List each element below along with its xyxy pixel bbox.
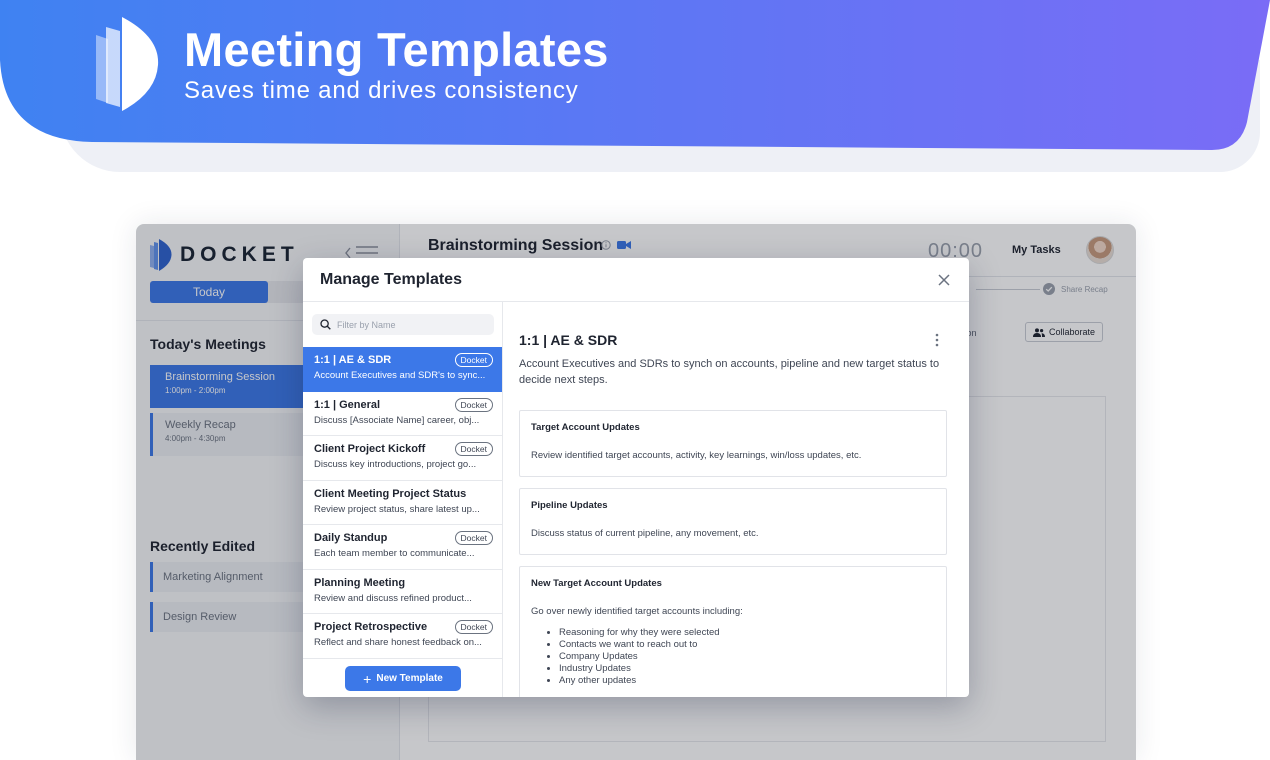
docket-badge: Docket <box>454 442 493 456</box>
search-icon <box>320 319 331 330</box>
template-description: Review and discuss refined product... <box>314 592 472 604</box>
section-title: Target Account Updates <box>531 422 640 433</box>
section-bullet-list: Reasoning for why they were selected Con… <box>559 627 935 687</box>
template-description: Reflect and share honest feedback on... <box>314 637 482 648</box>
docket-badge: Docket <box>454 620 493 634</box>
new-template-button[interactable]: + New Template <box>345 666 461 691</box>
bullet-item: Any other updates <box>559 675 935 687</box>
section-text: Go over newly identified target accounts… <box>531 606 743 617</box>
plus-icon: + <box>363 670 372 687</box>
template-item-client-project-kickoff[interactable]: Client Project Kickoff Discuss key intro… <box>303 436 502 481</box>
docket-badge: Docket <box>454 531 493 545</box>
template-description: Discuss [Associate Name] career, obj... <box>314 414 480 426</box>
bullet-item: Company Updates <box>559 651 935 663</box>
close-icon[interactable] <box>937 273 951 287</box>
template-detail-description: Account Executives and SDRs to synch on … <box>519 358 940 386</box>
template-item-general[interactable]: 1:1 | General Discuss [Associate Name] c… <box>303 391 502 436</box>
more-options-icon[interactable] <box>934 333 940 347</box>
agenda-section-target-account-updates[interactable]: Target Account Updates Review identified… <box>519 410 947 477</box>
template-name: Client Meeting Project Status <box>314 487 467 500</box>
template-item-planning-meeting[interactable]: Planning Meeting Review and discuss refi… <box>303 569 502 614</box>
modal-header: Manage Templates <box>303 258 969 302</box>
docket-badge: Docket <box>454 353 493 367</box>
banner-title: Meeting Templates <box>184 23 609 76</box>
bullet-item: Contacts we want to reach out to <box>559 639 935 651</box>
filter-input[interactable] <box>337 319 487 330</box>
modal-title: Manage Templates <box>320 271 462 288</box>
filter-box <box>312 314 494 335</box>
template-item-daily-standup[interactable]: Daily Standup Each team member to commun… <box>303 525 502 570</box>
template-description: Review project status, share latest up..… <box>314 503 480 515</box>
template-item-project-retrospective[interactable]: Project Retrospective Reflect and share … <box>303 614 502 659</box>
bullet-item: Reasoning for why they were selected <box>559 627 935 639</box>
new-template-label: New Template <box>376 673 443 684</box>
bullet-item: Industry Updates <box>559 663 935 675</box>
section-text: Discuss status of current pipeline, any … <box>531 528 759 539</box>
section-title: Pipeline Updates <box>531 500 608 511</box>
agenda-section-pipeline-updates[interactable]: Pipeline Updates Discuss status of curre… <box>519 488 947 555</box>
section-text: Review identified target accounts, activ… <box>531 450 862 461</box>
template-item-client-meeting-project-status[interactable]: Client Meeting Project Status Review pro… <box>303 480 502 525</box>
template-item-ae-sdr[interactable]: 1:1 | AE & SDR Account Executives and SD… <box>303 347 502 392</box>
template-description: Account Executives and SDR's to sync... <box>314 370 486 381</box>
template-list: 1:1 | AE & SDR Account Executives and SD… <box>303 347 502 659</box>
agenda-section-new-target-account-updates[interactable]: New Target Account Updates Go over newly… <box>519 566 947 697</box>
template-detail-title: 1:1 | AE & SDR <box>519 332 618 348</box>
template-detail-pane: 1:1 | AE & SDR Account Executives and SD… <box>503 302 969 697</box>
section-title: New Target Account Updates <box>531 578 662 589</box>
manage-templates-modal: Manage Templates 1:1 | AE & SDR Account … <box>303 258 969 697</box>
template-description: Each team member to communicate... <box>314 548 475 559</box>
docket-brand-logo-icon <box>96 17 159 111</box>
banner-subtitle: Saves time and drives consistency <box>184 77 579 104</box>
template-name: Planning Meeting <box>314 576 406 589</box>
docket-badge: Docket <box>454 397 493 412</box>
template-description: Discuss key introductions, project go... <box>314 459 477 470</box>
template-list-pane: 1:1 | AE & SDR Account Executives and SD… <box>303 302 503 697</box>
